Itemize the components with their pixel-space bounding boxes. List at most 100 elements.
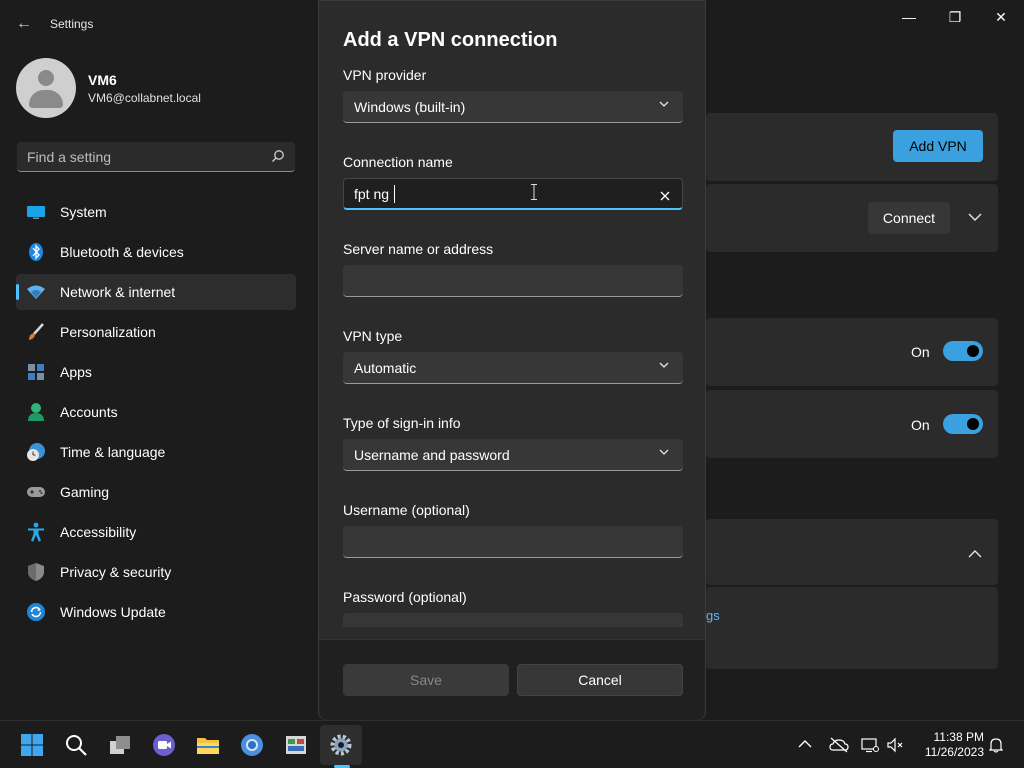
back-button[interactable]: ← bbox=[10, 12, 38, 36]
avatar[interactable] bbox=[16, 58, 76, 118]
server-name-label: Server name or address bbox=[343, 241, 494, 257]
apps-icon bbox=[26, 362, 46, 382]
shield-icon bbox=[26, 562, 46, 582]
settings-gear-icon[interactable] bbox=[329, 733, 353, 757]
chevron-down-icon bbox=[659, 101, 669, 107]
vpn-provider-select[interactable]: Windows (built-in) bbox=[343, 91, 683, 123]
bluetooth-icon bbox=[26, 242, 46, 262]
chevron-down-icon bbox=[659, 362, 669, 368]
app-title: Settings bbox=[50, 17, 94, 31]
add-vpn-button[interactable]: Add VPN bbox=[893, 130, 983, 162]
signin-type-value: Username and password bbox=[354, 447, 510, 463]
connection-name-input[interactable]: fpt ng bbox=[343, 178, 683, 210]
sidebar-item-label: Apps bbox=[60, 364, 92, 380]
related-settings-header[interactable] bbox=[706, 519, 998, 585]
expand-chevron-icon[interactable] bbox=[968, 209, 982, 225]
accessibility-icon bbox=[26, 522, 46, 542]
onedrive-offline-icon[interactable] bbox=[829, 737, 849, 753]
avatar-head bbox=[38, 70, 54, 86]
vpn-provider-label: VPN provider bbox=[343, 67, 427, 83]
vpn-type-label: VPN type bbox=[343, 328, 403, 344]
toggle-1-label: On bbox=[911, 344, 930, 360]
collapse-chevron-icon[interactable] bbox=[968, 546, 982, 562]
sidebar-item-label: System bbox=[60, 204, 107, 220]
control-panel-icon[interactable] bbox=[284, 733, 308, 757]
username-input[interactable] bbox=[343, 526, 683, 558]
save-button[interactable]: Save bbox=[343, 664, 509, 696]
server-name-input[interactable] bbox=[343, 265, 683, 297]
time-language-icon bbox=[26, 442, 46, 462]
signin-type-select[interactable]: Username and password bbox=[343, 439, 683, 471]
clock-date: 11/26/2023 bbox=[924, 745, 984, 759]
volume-muted-icon[interactable] bbox=[887, 737, 905, 753]
toggle-2[interactable] bbox=[943, 414, 983, 434]
sidebar-item-privacy[interactable]: Privacy & security bbox=[16, 554, 296, 590]
avatar-body bbox=[29, 90, 63, 108]
toggle-2-label: On bbox=[911, 417, 930, 433]
file-explorer-icon[interactable] bbox=[196, 733, 220, 757]
sidebar-item-network[interactable]: Network & internet bbox=[16, 274, 296, 310]
username-label: Username (optional) bbox=[343, 502, 470, 518]
close-button[interactable]: ✕ bbox=[981, 8, 1021, 26]
maximize-button[interactable]: ❐ bbox=[935, 8, 975, 26]
sidebar-item-personalization[interactable]: Personalization bbox=[16, 314, 296, 350]
sidebar-item-label: Accounts bbox=[60, 404, 118, 420]
clear-text-icon[interactable] bbox=[660, 185, 670, 206]
minimize-button[interactable]: — bbox=[889, 8, 929, 26]
toggle-1[interactable] bbox=[943, 341, 983, 361]
sidebar-item-system[interactable]: System bbox=[16, 194, 296, 230]
connection-name-label: Connection name bbox=[343, 154, 453, 170]
network-status-icon[interactable] bbox=[861, 737, 879, 753]
text-caret bbox=[394, 185, 395, 203]
task-view-icon[interactable] bbox=[108, 733, 132, 757]
sidebar-item-gaming[interactable]: Gaming bbox=[16, 474, 296, 510]
signin-type-label: Type of sign-in info bbox=[343, 415, 461, 431]
search-input[interactable] bbox=[17, 142, 257, 172]
sidebar-nav: System Bluetooth & devices Network & int… bbox=[16, 194, 296, 634]
vpn-connection-card bbox=[706, 184, 998, 252]
cancel-button[interactable]: Cancel bbox=[517, 664, 683, 696]
sidebar-item-label: Accessibility bbox=[60, 524, 137, 540]
chevron-up-icon[interactable] bbox=[798, 739, 812, 749]
dialog-title: Add a VPN connection bbox=[343, 29, 558, 51]
taskbar: 11:38 PM 11/26/2023 bbox=[0, 720, 1024, 768]
notification-bell-icon[interactable] bbox=[989, 737, 1003, 753]
teams-meet-icon[interactable] bbox=[152, 733, 176, 757]
add-vpn-dialog: Add a VPN connection VPN provider Window… bbox=[318, 0, 706, 720]
sidebar-item-accessibility[interactable]: Accessibility bbox=[16, 514, 296, 550]
search-icon[interactable] bbox=[271, 149, 285, 163]
sidebar-item-apps[interactable]: Apps bbox=[16, 354, 296, 390]
sidebar-item-accounts[interactable]: Accounts bbox=[16, 394, 296, 430]
sidebar-item-windows-update[interactable]: Windows Update bbox=[16, 594, 296, 630]
vpn-type-select[interactable]: Automatic bbox=[343, 352, 683, 384]
sidebar-item-label: Network & internet bbox=[60, 284, 176, 300]
related-settings-body bbox=[706, 587, 998, 669]
clock[interactable]: 11:38 PM 11/26/2023 bbox=[918, 730, 984, 760]
search-icon[interactable] bbox=[64, 733, 88, 757]
chrome-icon[interactable] bbox=[240, 733, 264, 757]
sidebar-item-bluetooth[interactable]: Bluetooth & devices bbox=[16, 234, 296, 270]
clock-time: 11:38 PM bbox=[933, 730, 984, 744]
user-name: VM6 bbox=[88, 72, 117, 88]
sidebar-item-label: Personalization bbox=[60, 324, 156, 340]
sidebar-item-time-language[interactable]: Time & language bbox=[16, 434, 296, 470]
gamepad-icon bbox=[26, 482, 46, 502]
wifi-icon bbox=[26, 282, 46, 302]
system-icon bbox=[26, 202, 46, 222]
vpn-provider-value: Windows (built-in) bbox=[354, 99, 466, 115]
brush-icon bbox=[26, 322, 46, 342]
chevron-down-icon bbox=[659, 449, 669, 455]
connection-name-value: fpt ng bbox=[354, 186, 390, 202]
vpn-type-value: Automatic bbox=[354, 360, 417, 376]
sidebar-item-label: Bluetooth & devices bbox=[60, 244, 184, 260]
sidebar-item-label: Windows Update bbox=[60, 604, 166, 620]
password-input[interactable] bbox=[343, 613, 683, 627]
password-label: Password (optional) bbox=[343, 589, 467, 605]
search-box[interactable] bbox=[17, 142, 295, 172]
dialog-footer: Save Cancel bbox=[319, 639, 705, 720]
sidebar-item-label: Privacy & security bbox=[60, 564, 172, 580]
settings-link-fragment[interactable]: gs bbox=[706, 608, 720, 623]
update-icon bbox=[26, 602, 46, 622]
start-icon[interactable] bbox=[20, 733, 44, 757]
connect-button[interactable]: Connect bbox=[868, 202, 950, 234]
